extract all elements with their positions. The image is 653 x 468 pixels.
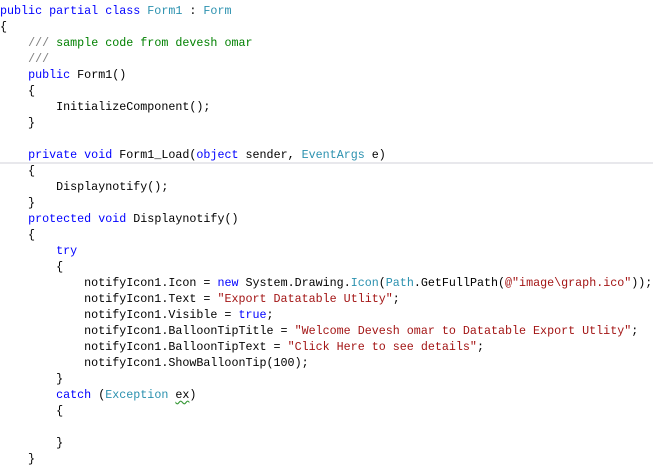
keyword-token: protected void — [28, 212, 127, 226]
code-token: { — [0, 260, 64, 274]
code-token: } — [0, 452, 36, 466]
code-line[interactable]: Displaynotify(); — [0, 179, 653, 195]
doc-comment-delimiter: /// — [28, 52, 50, 66]
code-line[interactable]: /// sample code from devesh omar — [0, 35, 653, 51]
code-line[interactable]: notifyIcon1.BalloonTipText = "Click Here… — [0, 339, 653, 355]
type-token: EventArgs — [301, 148, 365, 162]
code-token: ; — [266, 308, 274, 322]
code-line[interactable]: { — [0, 83, 653, 99]
type-token: Form — [203, 4, 232, 18]
code-token: notifyIcon1.Visible = — [0, 308, 239, 322]
code-line[interactable]: { — [0, 227, 653, 243]
code-token: { — [0, 84, 36, 98]
code-line[interactable]: { — [0, 259, 653, 275]
code-line[interactable]: } — [0, 451, 653, 467]
code-line[interactable] — [0, 131, 653, 147]
code-token: } — [0, 116, 36, 130]
type-token: Exception — [105, 388, 169, 402]
string-literal-token: "Export Datatable Utlity" — [217, 292, 393, 306]
type-token: Icon — [350, 276, 379, 290]
type-token: Form1 — [147, 4, 183, 18]
code-token: ; — [392, 292, 400, 306]
code-line[interactable]: notifyIcon1.Visible = true; — [0, 307, 653, 323]
code-token: notifyIcon1.Icon = — [0, 276, 218, 290]
code-line[interactable]: notifyIcon1.BalloonTipTitle = "Welcome D… — [0, 323, 653, 339]
code-line[interactable]: } — [0, 435, 653, 451]
code-line[interactable]: { — [0, 163, 653, 179]
code-token: : — [182, 4, 204, 18]
code-token: Form1_Load( — [112, 148, 197, 162]
keyword-token: public partial class — [0, 4, 148, 18]
string-literal-token: "Welcome Devesh omar to Datatable Export… — [294, 324, 632, 338]
code-line[interactable]: } — [0, 115, 653, 131]
keyword-token: try — [56, 244, 78, 258]
code-token: InitializeComponent(); — [0, 100, 211, 114]
code-line[interactable]: catch (Exception ex) — [0, 387, 653, 403]
code-token: { — [0, 20, 8, 34]
code-token: ( — [91, 388, 106, 402]
code-editor[interactable]: public partial class Form1 : Form{ /// s… — [0, 3, 653, 467]
keyword-token: true — [238, 308, 267, 322]
code-token: notifyIcon1.BalloonTipText = — [0, 340, 288, 354]
code-line[interactable]: try — [0, 243, 653, 259]
code-token: ( — [378, 276, 386, 290]
code-token: System.Drawing. — [238, 276, 351, 290]
code-line[interactable]: notifyIcon1.ShowBalloonTip(100); — [0, 355, 653, 371]
code-token: } — [0, 196, 36, 210]
keyword-token: public — [28, 68, 71, 82]
string-literal-token: @"image\graph.ico" — [505, 276, 632, 290]
code-line[interactable]: } — [0, 195, 653, 211]
keyword-token: new — [217, 276, 239, 290]
code-token: } — [0, 372, 64, 386]
doc-comment-delimiter: /// — [28, 36, 50, 50]
code-line[interactable]: /// — [0, 51, 653, 67]
code-token: { — [0, 164, 36, 178]
code-token: notifyIcon1.ShowBalloonTip(100); — [0, 356, 309, 370]
code-token: } — [0, 436, 64, 450]
comment-token: sample code from devesh omar — [49, 36, 253, 50]
code-token: { — [0, 404, 64, 418]
code-token: notifyIcon1.BalloonTipTitle = — [0, 324, 295, 338]
code-line[interactable]: InitializeComponent(); — [0, 99, 653, 115]
type-token: Path — [385, 276, 414, 290]
code-line[interactable]: private void Form1_Load(object sender, E… — [0, 147, 653, 163]
code-line[interactable]: public partial class Form1 : Form — [0, 3, 653, 19]
string-literal-token: "Click Here to see details" — [287, 340, 477, 354]
code-token: ; — [476, 340, 484, 354]
code-line[interactable]: { — [0, 19, 653, 35]
code-token: { — [0, 228, 36, 242]
code-token: Form1() — [70, 68, 127, 82]
code-line[interactable]: protected void Displaynotify() — [0, 211, 653, 227]
code-token: )); — [631, 276, 653, 290]
keyword-token: catch — [56, 388, 92, 402]
code-token: Displaynotify(); — [0, 180, 169, 194]
code-token: ) — [189, 388, 197, 402]
code-token: Displaynotify() — [126, 212, 239, 226]
keyword-token: object — [196, 148, 239, 162]
code-token: notifyIcon1.Text = — [0, 292, 218, 306]
code-line[interactable] — [0, 419, 653, 435]
warning-squiggle-token: ex — [175, 388, 190, 402]
code-line[interactable]: notifyIcon1.Text = "Export Datatable Utl… — [0, 291, 653, 307]
code-line[interactable]: { — [0, 403, 653, 419]
code-token: ; — [631, 324, 639, 338]
code-token: .GetFullPath( — [413, 276, 506, 290]
code-line[interactable]: } — [0, 371, 653, 387]
keyword-token: private void — [28, 148, 113, 162]
code-line[interactable]: public Form1() — [0, 67, 653, 83]
code-token: sender, — [238, 148, 302, 162]
code-line[interactable]: notifyIcon1.Icon = new System.Drawing.Ic… — [0, 275, 653, 291]
code-token: e) — [364, 148, 386, 162]
